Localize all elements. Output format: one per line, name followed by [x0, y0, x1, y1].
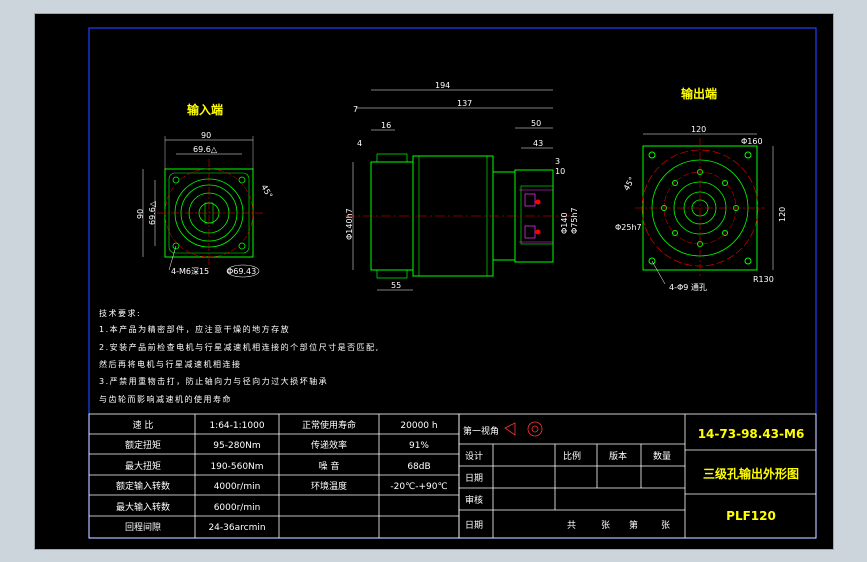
tb-sheet-total: 共 [567, 520, 576, 531]
side-dia-a-dim: Φ140 [560, 212, 569, 234]
spec-value-1: 95-280Nm [213, 441, 260, 451]
output-hole-dim: Φ25h7 [615, 223, 642, 232]
side-d43-dim: 43 [533, 139, 543, 148]
input-height-dim: 90 [136, 209, 145, 219]
spec-label-2: 最大扭矩 [125, 460, 161, 472]
side-d50-dim: 50 [531, 119, 541, 128]
spec-value2-1: 91% [409, 441, 429, 451]
output-width-dim: 120 [691, 125, 706, 134]
output-end-label: 输出端 [681, 86, 717, 101]
spec-label-3: 额定输入转数 [116, 480, 170, 492]
input-end-view: 输入端 90 69.6△ 90 69.6△ 45° 4-M6深15 Φ69.43 [136, 102, 274, 278]
tb-row-date1: 日期 [465, 473, 483, 484]
spec-value-5: 24-36arcmin [208, 523, 265, 533]
spec-value2-2: 68dB [407, 462, 430, 472]
cad-canvas[interactable]: 输入端 90 69.6△ 90 69.6△ 45° 4-M6深15 Φ69.43 [34, 13, 834, 550]
drawing-title: 三级孔输出外形图 [703, 466, 799, 481]
note-0: 技术要求: [99, 308, 141, 318]
tb-sheet-unit1: 张 [601, 520, 610, 531]
spec-label-4: 最大输入转数 [116, 501, 170, 513]
drawing-number: 14-73-98.43-M6 [698, 427, 805, 441]
spec-label2-2: 噪 音 [319, 460, 340, 472]
spec-label2-3: 环境温度 [311, 480, 347, 492]
output-angle-dim: 45° [622, 175, 637, 192]
spec-label-5: 回程间隙 [125, 521, 161, 533]
tb-row-review: 审核 [465, 494, 483, 506]
spec-label-0: 速 比 [133, 419, 154, 431]
side-d3-dim: 3 [555, 157, 560, 166]
spec-table [88, 413, 460, 539]
spec-value2-0: 20000 h [400, 421, 437, 431]
side-view: 194 7 137 16 4 50 43 3 10 55 Φ140h7 Φ140… [345, 81, 580, 291]
model-number: PLF120 [726, 509, 776, 523]
tb-sheet-no: 第 [629, 519, 638, 531]
input-angle-dim: 45° [259, 183, 274, 200]
spec-value-4: 6000r/min [214, 503, 261, 513]
side-d55-dim: 55 [391, 281, 401, 290]
note-1: 1.本产品为精密部件，应注意干燥的地方存放 [99, 324, 290, 334]
note-4: 3.严禁用重物击打，防止轴向力与径向力过大损坏轴承 [99, 376, 328, 386]
spec-label2-0: 正常使用寿命 [302, 419, 356, 431]
side-d4-dim: 4 [357, 139, 362, 148]
input-bore-dim: Φ69.43 [227, 267, 256, 276]
output-end-view: 输出端 120 Φ160 Φ25h7 45° 120 R130 4-Φ9 通孔 [615, 86, 787, 292]
view-angle-label: 第一视角 [463, 425, 499, 437]
projection-symbol-icon [504, 422, 516, 436]
side-dia-b-dim: Φ75h7 [570, 207, 579, 234]
side-left-offset-dim: 7 [353, 105, 358, 114]
side-dia-body-dim: Φ140h7 [345, 208, 354, 240]
side-d10-dim: 10 [555, 167, 565, 176]
output-height-dim: 120 [778, 207, 787, 222]
input-width-dim: 90 [201, 131, 211, 140]
tb-sheet-unit2: 张 [661, 520, 670, 531]
note-2: 2.安装产品前检查电机与行星减速机相连接的个部位尺寸是否匹配, [99, 342, 380, 352]
spec-value-2: 190-560Nm [210, 462, 263, 472]
tb-header-version: 版本 [609, 450, 627, 462]
drawing-sheet: 输入端 90 69.6△ 90 69.6△ 45° 4-M6深15 Φ69.43 [88, 27, 817, 539]
tb-row-design: 设计 [465, 450, 483, 462]
side-d16-dim: 16 [381, 121, 391, 130]
input-thread-dim: 4-M6深15 [171, 267, 209, 276]
side-body-dim: 137 [457, 99, 472, 108]
input-end-label: 输入端 [187, 102, 223, 117]
spec-value-3: 4000r/min [214, 482, 261, 492]
note-3: 然后再将电机与行星减速机相连接 [99, 359, 242, 369]
spec-value-0: 1:64-1:1000 [209, 421, 264, 431]
output-holes-dim: 4-Φ9 通孔 [669, 282, 707, 292]
spec-label2-1: 传递效率 [311, 439, 347, 451]
title-block: 第一视角 设计 日期 审核 日期 比例 版本 数量 共 张 第 张 14-73-… [463, 421, 805, 531]
output-r-dim: R130 [753, 275, 774, 284]
input-pcd-dim: 69.6△ [193, 145, 218, 154]
side-total-dim: 194 [435, 81, 450, 90]
note-5: 与齿轮而影响减速机的使用寿命 [99, 394, 232, 404]
tb-header-scale: 比例 [563, 450, 581, 462]
technical-notes: 技术要求: 1.本产品为精密部件，应注意干燥的地方存放 2.安装产品前检查电机与… [99, 308, 380, 404]
spec-value2-3: -20℃-+90℃ [390, 482, 447, 492]
input-side-dim: 69.6△ [148, 200, 157, 225]
tb-row-date2: 日期 [465, 520, 483, 531]
tb-header-qty: 数量 [653, 450, 671, 462]
spec-label-1: 额定扭矩 [125, 439, 161, 451]
output-pcd-dim: Φ160 [741, 137, 763, 146]
